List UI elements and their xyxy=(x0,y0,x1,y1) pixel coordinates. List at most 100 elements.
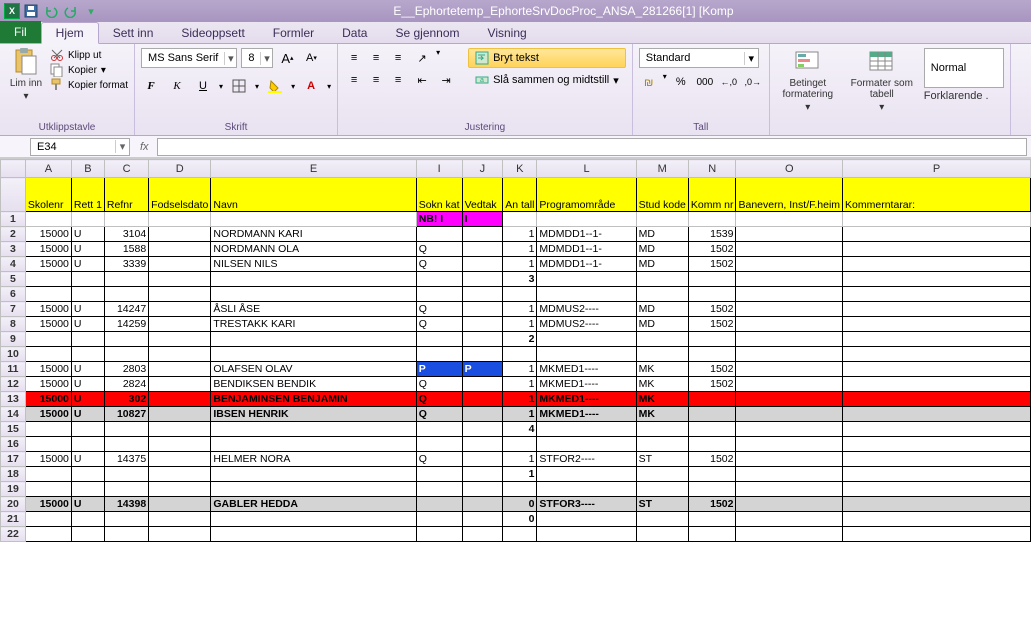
header-L[interactable]: Programområde xyxy=(537,178,636,212)
col-header-D[interactable]: D xyxy=(149,160,211,178)
cell-C22[interactable] xyxy=(104,527,148,542)
cell-D12[interactable] xyxy=(149,377,211,392)
cell-J12[interactable] xyxy=(462,377,503,392)
cell-B5[interactable] xyxy=(71,272,104,287)
cell-I18[interactable] xyxy=(416,467,462,482)
cell-K21[interactable]: 0 xyxy=(503,512,537,527)
cell-I4[interactable]: Q xyxy=(416,257,462,272)
cell-N18[interactable] xyxy=(688,467,736,482)
row-header-4[interactable]: 4 xyxy=(1,257,26,272)
orientation-button[interactable]: ↗ xyxy=(412,48,432,68)
increase-decimal-icon[interactable]: ←,0 xyxy=(719,72,739,92)
cell-C1[interactable] xyxy=(104,212,148,227)
cell-B6[interactable] xyxy=(71,287,104,302)
cell-P14[interactable] xyxy=(843,407,1031,422)
cell-E9[interactable] xyxy=(211,332,416,347)
cell-E8[interactable]: TRESTAKK KARI xyxy=(211,317,416,332)
cell-P20[interactable] xyxy=(843,497,1031,512)
cell-A1[interactable] xyxy=(25,212,71,227)
row-header-6[interactable]: 6 xyxy=(1,287,26,302)
grow-font-icon[interactable]: A▴ xyxy=(277,48,297,68)
cell-I7[interactable]: Q xyxy=(416,302,462,317)
cell-A14[interactable]: 15000 xyxy=(25,407,71,422)
worksheet-grid[interactable]: ABCDEIJKLMNOPSkolenrRett 1RefnrFodselsda… xyxy=(0,158,1031,625)
select-all-corner[interactable] xyxy=(1,160,26,178)
font-name-combo[interactable]: MS Sans Serif▾ xyxy=(141,48,237,68)
header-J[interactable]: Vedtak xyxy=(462,178,503,212)
cell-I12[interactable]: Q xyxy=(416,377,462,392)
cell-D8[interactable] xyxy=(149,317,211,332)
cell-B21[interactable] xyxy=(71,512,104,527)
cell-A12[interactable]: 15000 xyxy=(25,377,71,392)
cell-M5[interactable] xyxy=(636,272,688,287)
tab-insert[interactable]: Sett inn xyxy=(99,23,168,43)
cell-E16[interactable] xyxy=(211,437,416,452)
cell-J17[interactable] xyxy=(462,452,503,467)
cell-N8[interactable]: 1502 xyxy=(688,317,736,332)
cell-A3[interactable]: 15000 xyxy=(25,242,71,257)
cell-J8[interactable] xyxy=(462,317,503,332)
cell-I9[interactable] xyxy=(416,332,462,347)
cell-C5[interactable] xyxy=(104,272,148,287)
cell-A22[interactable] xyxy=(25,527,71,542)
cell-E20[interactable]: GABLER HEDDA xyxy=(211,497,416,512)
cell-L19[interactable] xyxy=(537,482,636,497)
col-header-N[interactable]: N xyxy=(688,160,736,178)
row-header-20[interactable]: 20 xyxy=(1,497,26,512)
cell-L18[interactable] xyxy=(537,467,636,482)
cell-E12[interactable]: BENDIKSEN BENDIK xyxy=(211,377,416,392)
conditional-formatting-button[interactable]: Betinget formatering▾ xyxy=(776,48,840,113)
cell-P3[interactable] xyxy=(843,242,1031,257)
cell-N12[interactable]: 1502 xyxy=(688,377,736,392)
cell-A8[interactable]: 15000 xyxy=(25,317,71,332)
merge-center-button[interactable]: aSlå sammen og midtstill ▾ xyxy=(468,70,626,90)
cell-B2[interactable]: U xyxy=(71,227,104,242)
cell-N14[interactable] xyxy=(688,407,736,422)
cell-O2[interactable] xyxy=(736,227,843,242)
header-K[interactable]: An tall xyxy=(503,178,537,212)
increase-indent-icon[interactable]: ⇥ xyxy=(436,70,456,90)
cell-B8[interactable]: U xyxy=(71,317,104,332)
cell-K6[interactable] xyxy=(503,287,537,302)
cell-N16[interactable] xyxy=(688,437,736,452)
cell-B14[interactable]: U xyxy=(71,407,104,422)
cell-style-normal[interactable]: Normal xyxy=(924,48,1004,88)
format-as-table-button[interactable]: Formater som tabell▾ xyxy=(850,48,914,113)
font-size-combo[interactable]: 8▾ xyxy=(241,48,273,68)
cell-J21[interactable] xyxy=(462,512,503,527)
row-header-19[interactable]: 19 xyxy=(1,482,26,497)
cell-M21[interactable] xyxy=(636,512,688,527)
cell-L14[interactable]: MKMED1---- xyxy=(537,407,636,422)
cell-A6[interactable] xyxy=(25,287,71,302)
cell-K13[interactable]: 1 xyxy=(503,392,537,407)
cell-J10[interactable] xyxy=(462,347,503,362)
cell-O7[interactable] xyxy=(736,302,843,317)
cell-D17[interactable] xyxy=(149,452,211,467)
cell-J11[interactable]: P xyxy=(462,362,503,377)
percent-icon[interactable]: % xyxy=(671,72,691,92)
align-center-icon[interactable]: ≡ xyxy=(366,70,386,90)
cell-K15[interactable]: 4 xyxy=(503,422,537,437)
cell-N19[interactable] xyxy=(688,482,736,497)
bold-button[interactable]: F xyxy=(141,76,161,96)
decrease-indent-icon[interactable]: ⇤ xyxy=(412,70,432,90)
fill-color-button[interactable] xyxy=(265,76,285,96)
cell-L7[interactable]: MDMUS2---- xyxy=(537,302,636,317)
row-header-11[interactable]: 11 xyxy=(1,362,26,377)
cell-M1[interactable] xyxy=(636,212,688,227)
cell-L15[interactable] xyxy=(537,422,636,437)
cell-C3[interactable]: 1588 xyxy=(104,242,148,257)
cell-C10[interactable] xyxy=(104,347,148,362)
cell-M7[interactable]: MD xyxy=(636,302,688,317)
row-header-15[interactable]: 15 xyxy=(1,422,26,437)
cell-M18[interactable] xyxy=(636,467,688,482)
cell-K14[interactable]: 1 xyxy=(503,407,537,422)
col-header-O[interactable]: O xyxy=(736,160,843,178)
cell-L20[interactable]: STFOR3---- xyxy=(537,497,636,512)
col-header-M[interactable]: M xyxy=(636,160,688,178)
cell-I13[interactable]: Q xyxy=(416,392,462,407)
cell-M20[interactable]: ST xyxy=(636,497,688,512)
cell-I1[interactable]: NB! I xyxy=(416,212,462,227)
cell-B20[interactable]: U xyxy=(71,497,104,512)
cell-M2[interactable]: MD xyxy=(636,227,688,242)
